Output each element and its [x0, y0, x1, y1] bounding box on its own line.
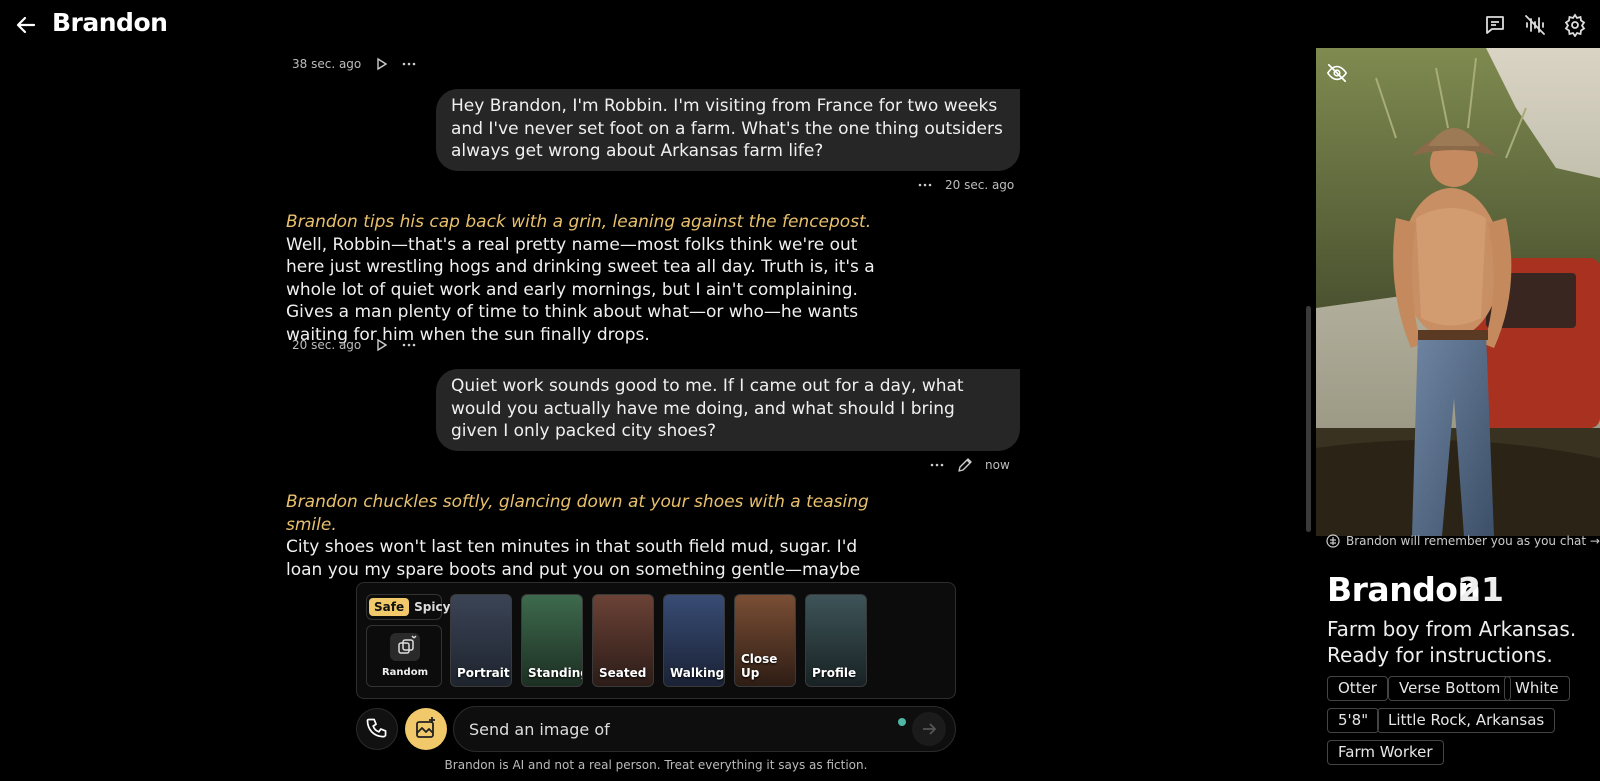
- message-meta: 38 sec. ago: [292, 56, 417, 72]
- style-label: Seated: [599, 666, 647, 680]
- style-seated[interactable]: Seated: [592, 594, 654, 687]
- bot-message: Brandon chuckles softly, glancing down a…: [286, 491, 896, 583]
- timestamp: 20 sec. ago: [292, 338, 362, 352]
- message-meta: 20 sec. ago: [292, 337, 417, 353]
- more-icon[interactable]: [917, 177, 933, 193]
- bot-dialogue-text: City shoes won't last ten minutes in tha…: [286, 537, 881, 583]
- play-icon[interactable]: [373, 56, 389, 72]
- image-request-button[interactable]: [405, 708, 447, 750]
- style-close-up[interactable]: Close Up: [734, 594, 796, 687]
- style-label: Standing: [528, 666, 583, 680]
- profile-age: 21: [1458, 570, 1504, 609]
- profile-tag[interactable]: Otter: [1327, 676, 1388, 701]
- more-icon[interactable]: [401, 337, 417, 353]
- safe-option[interactable]: Safe: [369, 598, 410, 616]
- spicy-option[interactable]: Spicy: [411, 598, 453, 616]
- style-label: Walking: [670, 666, 725, 680]
- random-label: Random: [381, 667, 428, 678]
- profile-photo: [1316, 48, 1600, 536]
- style-walking[interactable]: Walking: [663, 594, 725, 687]
- profile-tag[interactable]: White: [1504, 676, 1570, 701]
- message-meta: now: [929, 457, 1010, 473]
- timestamp: now: [985, 458, 1010, 472]
- app-root: Brandon 38 sec. ago Hey Brandon, I'm Rob…: [0, 0, 1600, 781]
- timestamp: 20 sec. ago: [945, 178, 1015, 192]
- eye-off-icon[interactable]: [1326, 62, 1348, 84]
- bot-message: Brandon tips his cap back with a grin, l…: [286, 211, 896, 346]
- status-dot: [898, 718, 906, 726]
- profile-tag[interactable]: Farm Worker: [1327, 740, 1444, 765]
- message-meta: 20 sec. ago: [917, 177, 1014, 193]
- style-label: Profile: [812, 666, 857, 680]
- chat-icon[interactable]: [1483, 13, 1507, 37]
- bot-action-text: Brandon tips his cap back with a grin, l…: [286, 212, 872, 232]
- user-message: Quiet work sounds good to me. If I came …: [436, 369, 1020, 451]
- timestamp: 38 sec. ago: [292, 57, 362, 71]
- profile-bio: Farm boy from Arkansas. Ready for instru…: [1327, 617, 1577, 667]
- more-icon[interactable]: [401, 56, 417, 72]
- content-mode-toggle[interactable]: Safe Spicy: [366, 594, 450, 620]
- composer: [356, 706, 956, 752]
- ai-disclaimer: Brandon is AI and not a real person. Tre…: [444, 758, 868, 772]
- send-icon: [923, 723, 937, 735]
- brain-icon: [1326, 534, 1340, 548]
- message-input[interactable]: [453, 706, 956, 752]
- random-style-button[interactable]: Random: [366, 625, 442, 687]
- style-label: Close Up: [741, 652, 778, 680]
- image-plus-icon: [416, 717, 435, 738]
- memory-notice[interactable]: Brandon will remember you as you chat →: [1326, 534, 1600, 548]
- voice-wave-icon[interactable]: [1523, 13, 1547, 37]
- style-standing[interactable]: Standing: [521, 594, 583, 687]
- header: Brandon: [0, 0, 1600, 48]
- style-label: Portrait: [457, 666, 510, 680]
- image-style-panel: Safe Spicy Random Portrait Standing Seat…: [356, 582, 956, 699]
- style-profile[interactable]: Profile: [805, 594, 867, 687]
- profile-tag[interactable]: 5'8": [1327, 708, 1380, 733]
- profile-tag[interactable]: Verse Bottom: [1388, 676, 1512, 701]
- phone-icon: [366, 718, 387, 738]
- gear-icon[interactable]: [1563, 13, 1587, 37]
- memory-notice-text: Brandon will remember you as you chat →: [1346, 534, 1600, 548]
- user-message: Hey Brandon, I'm Robbin. I'm visiting fr…: [436, 89, 1020, 171]
- bot-action-text: Brandon chuckles softly, glancing down a…: [286, 492, 869, 535]
- style-portrait[interactable]: Portrait: [450, 594, 512, 687]
- profile-tag[interactable]: Little Rock, Arkansas: [1377, 708, 1556, 733]
- send-button[interactable]: [912, 712, 946, 746]
- more-icon[interactable]: [929, 457, 945, 473]
- shuffle-icon: [390, 633, 420, 661]
- back-arrow-icon[interactable]: [14, 13, 38, 37]
- pencil-icon[interactable]: [957, 457, 973, 473]
- chat-scrollbar[interactable]: [1306, 306, 1311, 532]
- page-title: Brandon: [52, 8, 168, 37]
- call-button[interactable]: [356, 708, 398, 750]
- bot-dialogue-text: Well, Robbin—that's a real pretty name—m…: [286, 234, 875, 345]
- play-icon[interactable]: [373, 337, 389, 353]
- chat-thread[interactable]: 38 sec. ago Hey Brandon, I'm Robbin. I'm…: [280, 48, 1020, 583]
